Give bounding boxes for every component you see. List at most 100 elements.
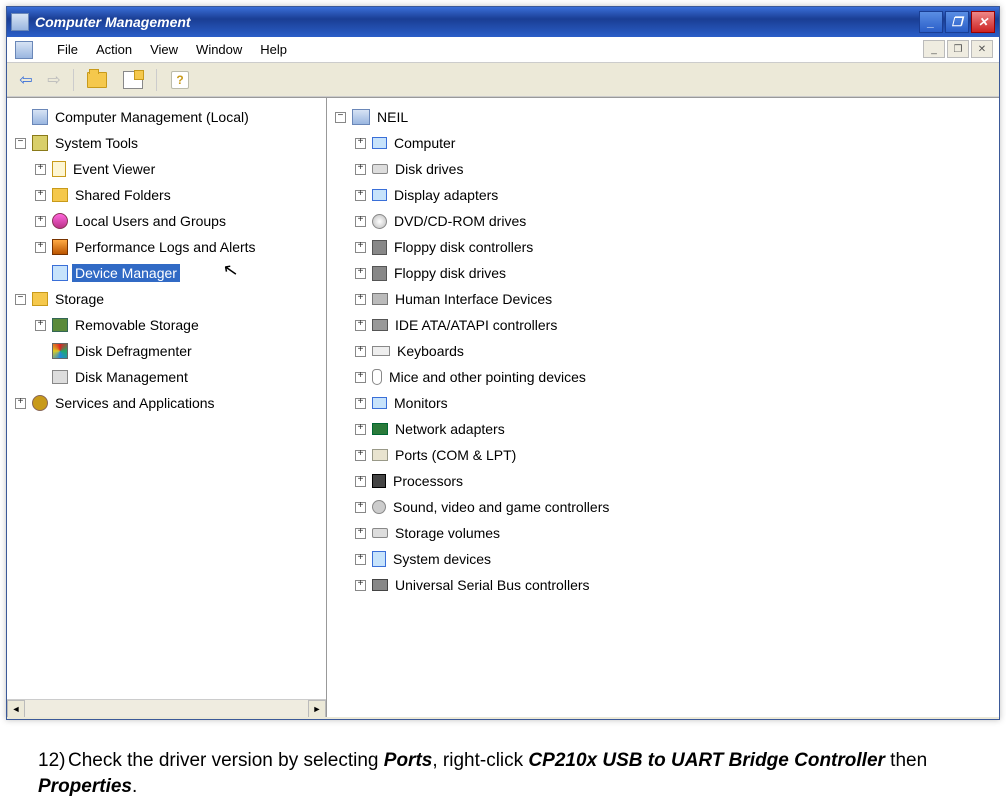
expand-button[interactable]: + [355,372,366,383]
device-category-mice[interactable]: +Mice and other pointing devices [355,364,995,390]
tree-label: Disk drives [392,160,466,178]
device-category-sound[interactable]: +Sound, video and game controllers [355,494,995,520]
tree-label: DVD/CD-ROM drives [391,212,529,230]
menu-window[interactable]: Window [196,42,242,57]
tree-label: Removable Storage [72,316,202,334]
removable-storage-icon [52,318,68,332]
tree-node-services[interactable]: + Services and Applications [15,390,322,416]
expand-button[interactable]: + [355,164,366,175]
expand-button[interactable]: + [355,398,366,409]
scroll-track[interactable] [25,700,308,717]
users-icon [52,213,68,229]
tree-node-event-viewer[interactable]: + Event Viewer [35,156,322,182]
mdi-minimize-button[interactable]: _ [923,40,945,58]
device-category-ide[interactable]: +IDE ATA/ATAPI controllers [355,312,995,338]
help-button[interactable]: ? [167,68,193,92]
expand-button[interactable]: + [355,554,366,565]
expand-button[interactable]: + [35,190,46,201]
collapse-button[interactable]: − [15,294,26,305]
tree-node-local-users[interactable]: + Local Users and Groups [35,208,322,234]
tree-node-removable-storage[interactable]: + Removable Storage [35,312,322,338]
menu-action[interactable]: Action [96,42,132,57]
collapse-button[interactable]: − [335,112,346,123]
device-tree[interactable]: − NEIL +Computer + Disk drives + Display a… [327,98,999,604]
collapse-button[interactable]: − [15,138,26,149]
minimize-button[interactable]: _ [919,11,943,33]
expand-button[interactable]: + [355,528,366,539]
console-tree[interactable]: Computer Management (Local) − System Too… [7,98,326,422]
mdi-icon [15,41,33,59]
horizontal-scrollbar[interactable]: ◄ ► [7,699,326,717]
device-category-monitors[interactable]: +Monitors [355,390,995,416]
tree-node-device-manager[interactable]: Device Manager [35,260,322,286]
expand-button[interactable]: + [355,476,366,487]
tree-node-performance[interactable]: + Performance Logs and Alerts [35,234,322,260]
expand-button[interactable]: + [355,346,366,357]
mdi-close-button[interactable]: ✕ [971,40,993,58]
expand-button[interactable]: + [355,320,366,331]
expand-button[interactable]: + [355,268,366,279]
expand-button[interactable]: + [355,190,366,201]
floppy-drive-icon [372,266,387,281]
toolbar: ⇦ ⇨ ? [7,63,999,97]
properties-button[interactable] [120,68,146,92]
performance-icon [52,239,68,255]
tree-node-disk-management[interactable]: Disk Management [35,364,322,390]
up-folder-button[interactable] [84,68,110,92]
tree-label: Display adapters [391,186,501,204]
device-category-usb[interactable]: +Universal Serial Bus controllers [355,572,995,598]
device-category-keyboards[interactable]: +Keyboards [355,338,995,364]
device-category-storage-volumes[interactable]: +Storage volumes [355,520,995,546]
expander-none [35,268,46,279]
maximize-button[interactable]: ❐ [945,11,969,33]
tree-label: Disk Defragmenter [72,342,195,360]
expand-button[interactable]: + [355,450,366,461]
computer-category-icon [372,137,387,149]
menu-view[interactable]: View [150,42,178,57]
scroll-right-button[interactable]: ► [308,700,326,717]
mdi-restore-button[interactable]: ❐ [947,40,969,58]
nav-forward-button[interactable]: ⇨ [45,70,63,90]
device-category-system-devices[interactable]: + System devices [355,546,995,572]
tree-node-defragmenter[interactable]: Disk Defragmenter [35,338,322,364]
expand-button[interactable]: + [35,242,46,253]
expand-button[interactable]: + [35,216,46,227]
scroll-left-button[interactable]: ◄ [7,700,25,717]
expand-button[interactable]: + [35,164,46,175]
expand-button[interactable]: + [355,138,366,149]
device-root-node[interactable]: − NEIL [335,104,995,130]
nav-back-button[interactable]: ⇦ [17,70,35,90]
title-bar[interactable]: Computer Management _ ❐ ✕ [7,7,999,37]
expand-button[interactable]: + [355,216,366,227]
computer-management-icon [32,109,48,125]
expand-button[interactable]: + [355,424,366,435]
device-category-ports[interactable]: +Ports (COM & LPT) [355,442,995,468]
expand-button[interactable]: + [355,580,366,591]
disk-drive-icon [372,164,388,174]
device-category-processors[interactable]: +Processors [355,468,995,494]
expand-button[interactable]: + [15,398,26,409]
device-category-hid[interactable]: +Human Interface Devices [355,286,995,312]
device-category-floppy-controllers[interactable]: +Floppy disk controllers [355,234,995,260]
device-category-disk-drives[interactable]: + Disk drives [355,156,995,182]
expand-button[interactable]: + [355,242,366,253]
device-category-network[interactable]: +Network adapters [355,416,995,442]
expand-button[interactable]: + [35,320,46,331]
device-category-display[interactable]: + Display adapters [355,182,995,208]
expand-button[interactable]: + [355,294,366,305]
expand-button[interactable]: + [355,502,366,513]
help-icon: ? [171,71,189,89]
device-category-dvd[interactable]: + DVD/CD-ROM drives [355,208,995,234]
storage-icon [32,292,48,306]
tree-node-storage[interactable]: − Storage [15,286,322,312]
expander-none [15,112,26,123]
tree-label: System devices [390,550,494,568]
close-button[interactable]: ✕ [971,11,995,33]
tree-node-shared-folders[interactable]: + Shared Folders [35,182,322,208]
device-category-computer[interactable]: +Computer [355,130,995,156]
tree-node-system-tools[interactable]: − System Tools [15,130,322,156]
device-category-floppy-drives[interactable]: +Floppy disk drives [355,260,995,286]
tree-root-node[interactable]: Computer Management (Local) [15,104,322,130]
menu-file[interactable]: File [57,42,78,57]
menu-help[interactable]: Help [260,42,287,57]
